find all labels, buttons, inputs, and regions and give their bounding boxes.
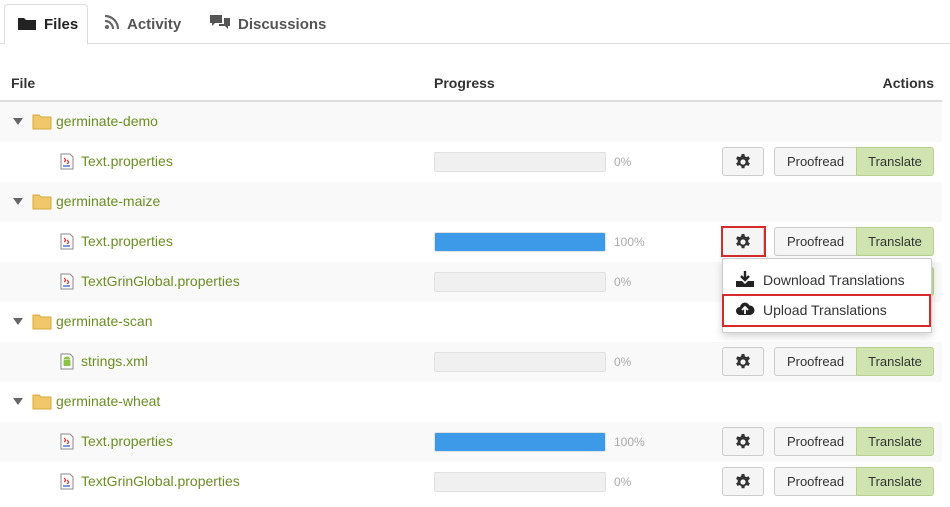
java-file-icon [60, 153, 74, 173]
file-name-link[interactable]: TextGrinGlobal.properties [81, 473, 240, 489]
folder-name[interactable]: germinate-maize [56, 193, 160, 209]
caret-down-icon[interactable] [13, 398, 23, 405]
gear-icon [734, 473, 752, 491]
settings-gear-button[interactable] [722, 347, 764, 376]
column-header-file: File [11, 75, 36, 91]
progress-percent: 100% [614, 235, 645, 249]
android-file-icon [60, 353, 74, 373]
progress-bar [434, 152, 606, 172]
progress-percent: 0% [614, 475, 632, 489]
settings-gear-button[interactable] [722, 467, 764, 496]
file-row: strings.xml 0% Proofread Translate [0, 342, 942, 382]
gear-icon [734, 353, 752, 371]
folder-name[interactable]: germinate-demo [56, 113, 158, 129]
progress-bar-fill [435, 433, 605, 451]
folder-icon [32, 313, 52, 333]
download-icon [735, 270, 755, 291]
proofread-button[interactable]: Proofread [774, 147, 857, 176]
highlight-outline [721, 226, 766, 257]
translate-button[interactable]: Translate [856, 147, 934, 176]
caret-down-icon[interactable] [13, 198, 23, 205]
proofread-button[interactable]: Proofread [774, 227, 857, 256]
table-header: File Progress Actions [0, 64, 942, 102]
folder-row: germinate-wheat [0, 382, 942, 422]
progress-bar [434, 472, 606, 492]
file-row: TextGrinGlobal.properties 0% ProofreadTran… [0, 462, 942, 502]
comments-icon [209, 13, 231, 35]
folder-icon [32, 393, 52, 413]
tab-discussions-label: Discussions [238, 15, 327, 33]
caret-down-icon[interactable] [13, 318, 23, 325]
folder-name[interactable]: germinate-wheat [56, 393, 160, 409]
progress-percent: 100% [614, 435, 645, 449]
java-file-icon [60, 473, 74, 493]
progress-percent: 0% [614, 155, 632, 169]
gear-icon [734, 433, 752, 451]
progress-bar [434, 352, 606, 372]
rss-icon [104, 14, 120, 34]
tab-activity-label: Activity [127, 15, 182, 33]
tab-activity[interactable]: Activity [104, 4, 181, 44]
column-header-progress: Progress [434, 75, 495, 91]
file-name-link[interactable]: Text.properties [81, 233, 173, 249]
caret-down-icon[interactable] [13, 118, 23, 125]
progress-percent: 0% [614, 275, 632, 289]
download-translations-label: Download Translations [763, 272, 905, 288]
file-name-link[interactable]: Text.properties [81, 153, 173, 169]
folder-icon [17, 15, 37, 35]
tab-discussions[interactable]: Discussions [209, 4, 326, 44]
file-name-link[interactable]: TextGrinGlobal.properties [81, 273, 240, 289]
file-row: Text.properties 100% Proofread Translate [0, 422, 942, 462]
tab-files-label: Files [44, 16, 79, 33]
translate-button[interactable]: Translate [856, 227, 934, 256]
java-file-icon [60, 233, 74, 253]
java-file-icon [60, 273, 74, 293]
highlight-outline-upload [722, 294, 931, 327]
file-row: Text.properties 100% Proofread Translate [0, 222, 942, 262]
settings-gear-button[interactable] [722, 147, 764, 176]
column-header-actions: Actions [882, 75, 934, 91]
tab-files[interactable]: Files [4, 4, 88, 45]
java-file-icon [60, 433, 74, 453]
gear-icon [734, 153, 752, 171]
progress-bar-fill [435, 233, 605, 251]
proofread-button[interactable]: Proofread [774, 467, 857, 496]
progress-bar [434, 232, 606, 252]
translate-button[interactable]: Translate [856, 467, 934, 496]
proofread-button[interactable]: Proofread [774, 427, 857, 456]
progress-bar [434, 432, 606, 452]
settings-gear-button[interactable] [722, 427, 764, 456]
folder-name[interactable]: germinate-scan [56, 313, 153, 329]
translate-button[interactable]: Translate [856, 427, 934, 456]
file-name-link[interactable]: strings.xml [81, 353, 148, 369]
folder-row: germinate-demo [0, 102, 942, 142]
file-row: Text.properties 0% Proofread Translate [0, 142, 942, 182]
download-translations-item[interactable]: Download Translations [723, 265, 931, 295]
folder-icon [32, 193, 52, 213]
translate-button[interactable]: Translate [856, 347, 934, 376]
tab-bar: Files Activity Discussions [0, 0, 950, 45]
proofread-button[interactable]: Proofread [774, 347, 857, 376]
progress-percent: 0% [614, 355, 632, 369]
folder-icon [32, 113, 52, 133]
file-name-link[interactable]: Text.properties [81, 433, 173, 449]
folder-row: germinate-maize [0, 182, 942, 222]
progress-bar [434, 272, 606, 292]
